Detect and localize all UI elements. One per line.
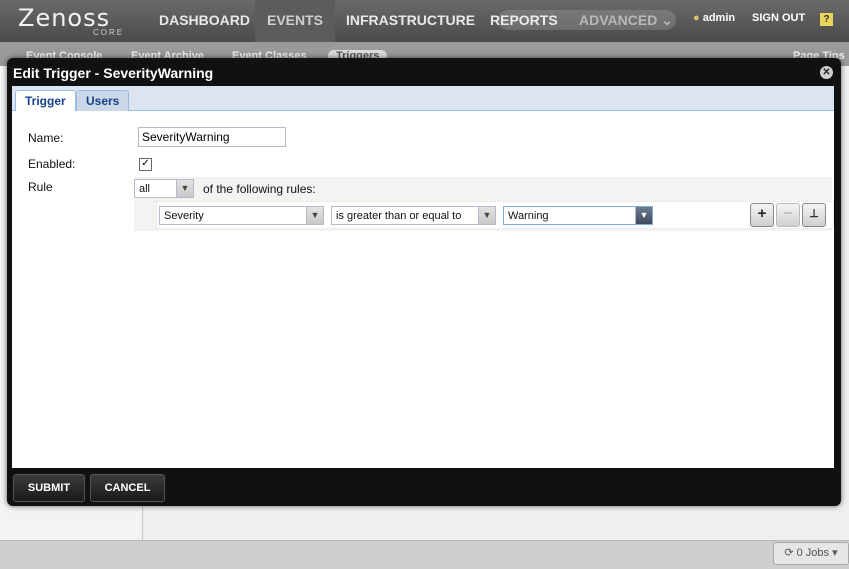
trigger-form: Name: Enabled: ✓ Rule all ▼ of the follo… <box>12 111 834 468</box>
jobs-button[interactable]: ⟳ 0 Jobs ▾ <box>773 542 849 565</box>
cancel-button[interactable]: CANCEL <box>90 474 165 502</box>
nav-dashboard[interactable]: DASHBOARD <box>159 0 250 42</box>
jobs-label: 0 Jobs <box>796 547 830 559</box>
match-select[interactable]: all ▼ <box>134 179 194 198</box>
add-subrule-button[interactable]: ⊥ <box>802 203 826 227</box>
sign-out-link[interactable]: SIGN OUT <box>752 12 805 24</box>
plus-icon: + <box>757 205 767 222</box>
nav-infrastructure[interactable]: INFRASTRUCTURE <box>346 0 475 42</box>
hierarchy-icon: ⊥ <box>809 208 819 220</box>
add-rule-button[interactable]: + <box>750 203 774 227</box>
enabled-label: Enabled: <box>28 157 76 171</box>
submit-button[interactable]: SUBMIT <box>13 474 85 502</box>
nav-advanced-label: ADVANCED <box>579 12 658 28</box>
rule-field-value: Severity <box>164 210 204 222</box>
top-navbar: Zenoss CORE DASHBOARD EVENTS INFRASTRUCT… <box>0 0 849 42</box>
user-icon: ● <box>693 12 700 24</box>
chevron-down-icon[interactable]: ▼ <box>306 207 323 224</box>
chevron-down-icon[interactable]: ▼ <box>478 207 495 224</box>
username: admin <box>702 12 736 24</box>
nav-advanced[interactable]: ADVANCED ⌄ <box>579 0 673 42</box>
chevron-down-icon: ⌄ <box>661 12 673 28</box>
rule-value-value: Warning <box>508 210 549 222</box>
rule-field-select[interactable]: Severity ▼ <box>159 206 324 225</box>
dialog-tabstrip: Trigger Users <box>12 86 834 112</box>
name-field[interactable] <box>138 127 286 147</box>
minus-icon: − <box>783 205 793 222</box>
status-bar <box>0 540 849 569</box>
rule-operator-value: is greater than or equal to <box>336 210 462 222</box>
help-icon[interactable]: ? <box>820 13 833 26</box>
tab-trigger[interactable]: Trigger <box>15 90 76 112</box>
user-menu[interactable]: ● admin <box>693 12 735 24</box>
tab-users[interactable]: Users <box>76 90 130 111</box>
chevron-down-icon[interactable]: ▼ <box>176 180 193 197</box>
refresh-icon: ⟳ <box>784 547 794 559</box>
name-label: Name: <box>28 131 64 145</box>
rule-label: Rule <box>28 180 53 194</box>
enabled-checkbox[interactable]: ✓ <box>139 158 152 171</box>
close-icon[interactable]: ✕ <box>820 66 833 79</box>
edit-trigger-dialog: Edit Trigger - SeverityWarning ✕ Trigger… <box>7 58 841 506</box>
chevron-down-icon[interactable]: ▼ <box>635 207 652 224</box>
match-suffix: of the following rules: <box>203 182 316 196</box>
chevron-down-icon: ▾ <box>832 547 838 559</box>
logo-edition: CORE <box>93 28 125 37</box>
nav-events[interactable]: EVENTS <box>255 0 336 42</box>
dialog-title: Edit Trigger - SeverityWarning <box>13 65 214 81</box>
rule-value-select[interactable]: Warning ▼ <box>503 206 653 225</box>
match-value: all <box>139 183 151 195</box>
rule-operator-select[interactable]: is greater than or equal to ▼ <box>331 206 496 225</box>
remove-rule-button[interactable]: − <box>776 203 800 227</box>
dialog-footer: SUBMIT CANCEL <box>7 468 841 506</box>
